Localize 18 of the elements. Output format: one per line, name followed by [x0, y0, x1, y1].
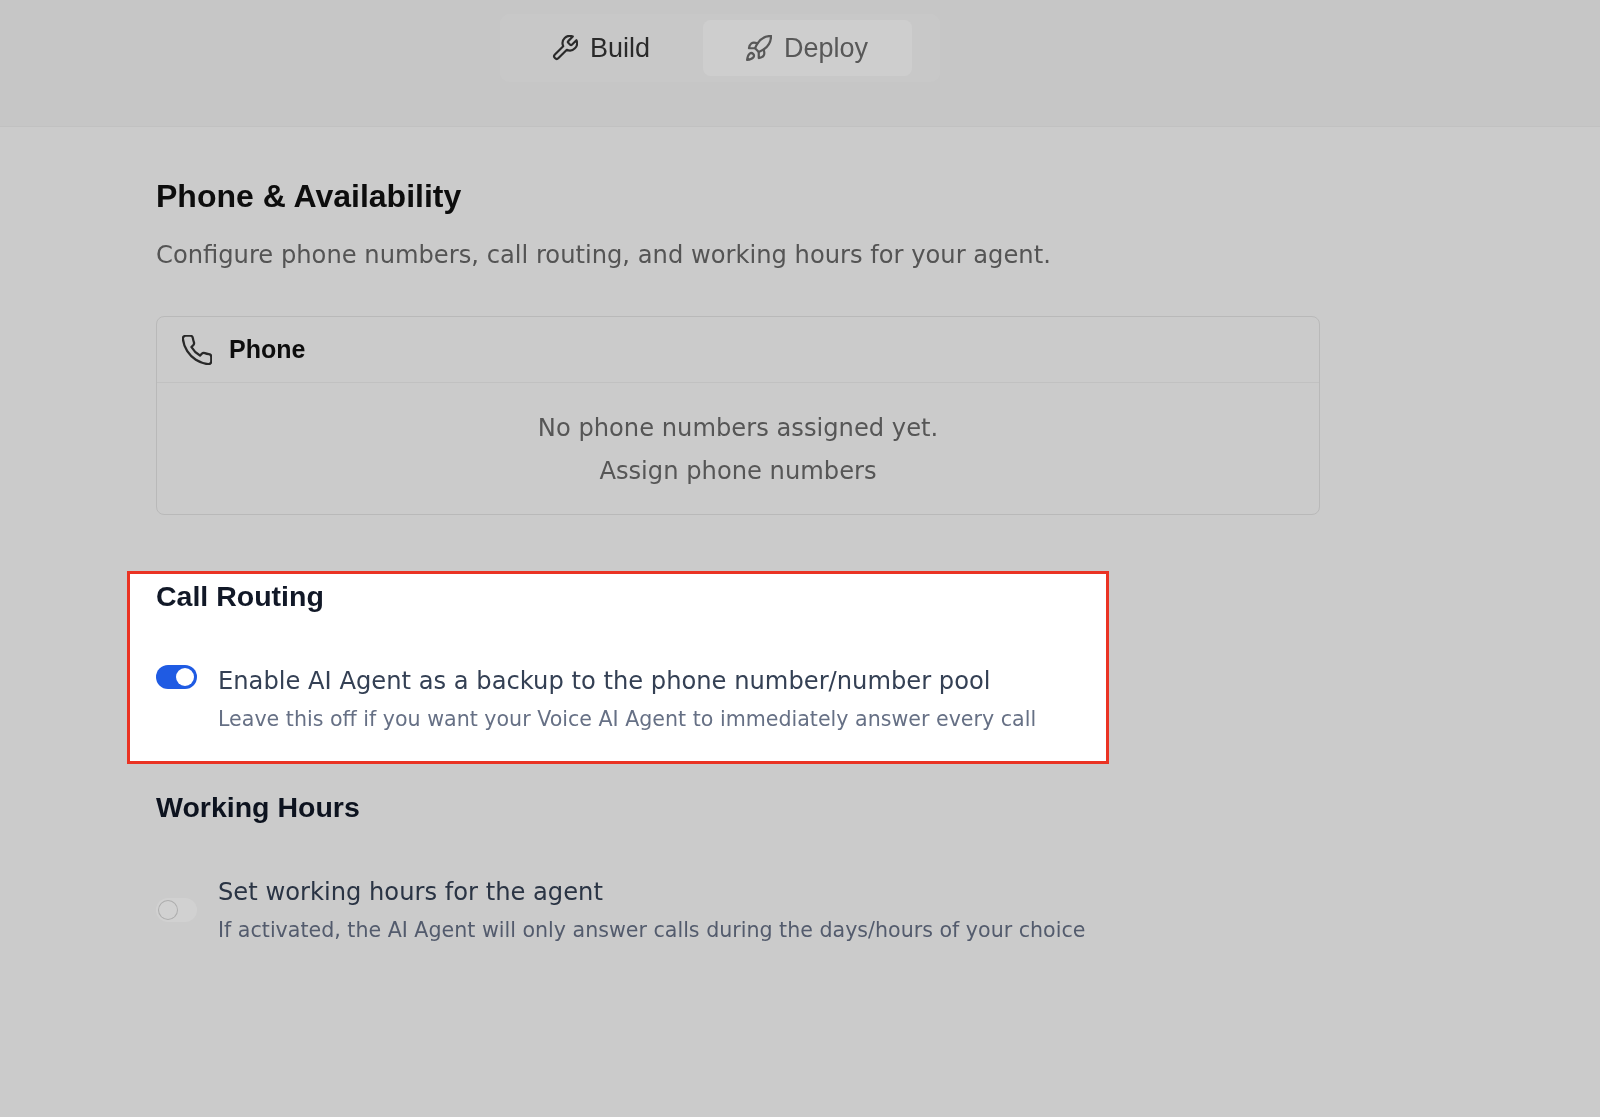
setting-hint: If activated, the AI Agent will only answer calls during the days/hours of your choice [218, 917, 1086, 944]
setting-hint: Leave this off if you want your Voice AI Agent to immediately answer every call [218, 706, 1037, 733]
empty-message: No phone numbers assigned yet. [537, 413, 939, 444]
setting-label: Set working hours for the agent [218, 877, 604, 908]
setting-label: Enable AI Agent as a backup to the phone number/number pool [218, 666, 992, 697]
rocket-icon [746, 35, 773, 61]
toggle-switch[interactable] [156, 665, 197, 689]
page-title: Phone & Availability [156, 177, 463, 216]
page-description: Configure phone numbers, call routing, and working hours for your agent. [156, 240, 1052, 271]
tab[interactable]: Deploy [703, 20, 913, 76]
phone-icon [182, 334, 212, 365]
section-title: Call Routing [156, 580, 325, 612]
wrench-icon [552, 35, 578, 61]
assign-numbers-link[interactable]: Assign phone numbers [599, 455, 877, 487]
tab[interactable]: Build [500, 20, 695, 76]
section-title: Working Hours [156, 791, 361, 823]
card-title: Phone [229, 335, 306, 364]
toggle-switch[interactable] [156, 898, 197, 922]
